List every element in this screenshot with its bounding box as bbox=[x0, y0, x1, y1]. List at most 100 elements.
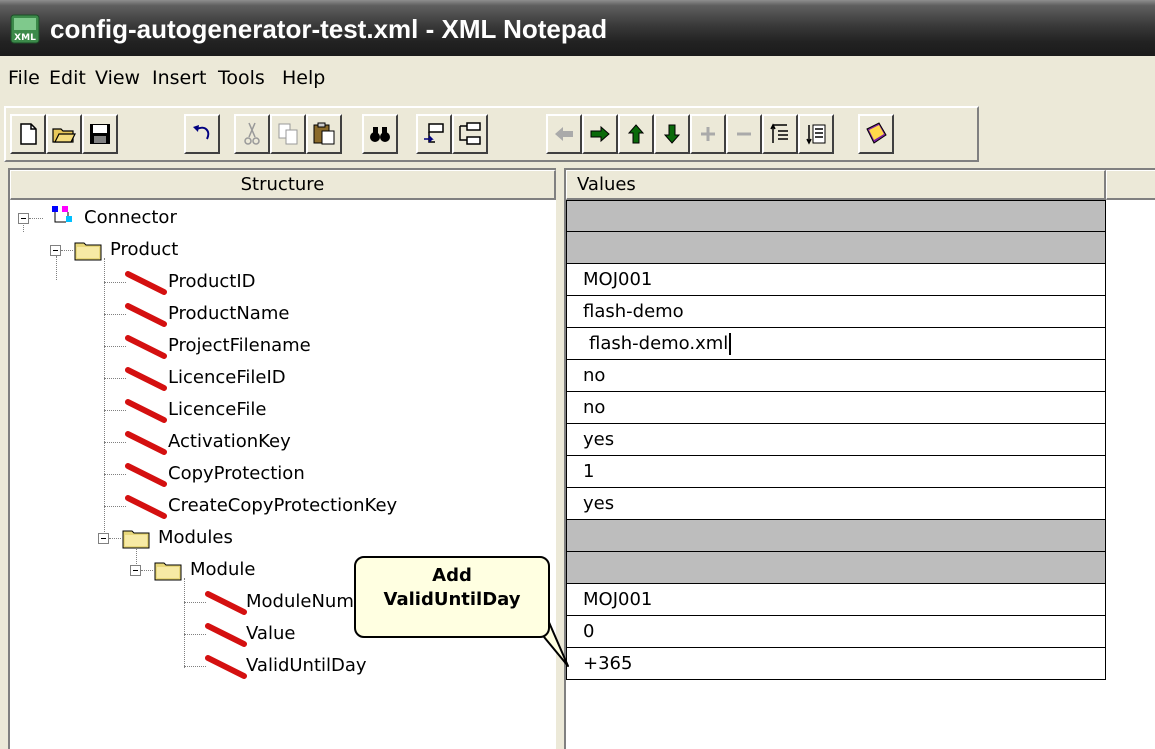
undo-button[interactable] bbox=[184, 114, 220, 154]
arrow-left-icon bbox=[555, 127, 573, 141]
tree-node-label: ProductID bbox=[168, 271, 256, 292]
attribute-icon bbox=[125, 335, 167, 359]
tree-node-licencefileid[interactable]: LicenceFileID bbox=[10, 362, 550, 394]
open-file-button[interactable] bbox=[46, 114, 82, 154]
structure-column-header[interactable]: Structure bbox=[10, 170, 556, 200]
value-edit-text[interactable]: flash-demo.xml bbox=[589, 333, 728, 354]
menu-edit[interactable]: Edit bbox=[49, 67, 86, 89]
tree-node-connector[interactable]: Connector bbox=[10, 202, 550, 234]
tree-node-createcopyprotectionkey[interactable]: CreateCopyProtectionKey bbox=[10, 490, 550, 522]
collapse-toggle[interactable] bbox=[98, 533, 109, 544]
structure-pane[interactable]: Structure Connector Product ProductID Pr… bbox=[8, 168, 556, 749]
value-cell-value[interactable]: 0 bbox=[566, 616, 1106, 648]
tree-line bbox=[104, 506, 126, 507]
menu-tools[interactable]: Tools bbox=[218, 67, 265, 89]
copy-button[interactable] bbox=[270, 114, 306, 154]
annotation-callout: Add ValidUntilDay bbox=[354, 556, 550, 638]
tree-node-validuntilday[interactable]: ValidUntilDay bbox=[10, 650, 550, 682]
insert-child-button[interactable] bbox=[452, 114, 488, 154]
folder-icon bbox=[122, 530, 150, 549]
attribute-icon bbox=[125, 495, 167, 519]
insert-node-icon bbox=[424, 123, 444, 143]
value-cell-product[interactable] bbox=[566, 232, 1106, 264]
cut-button[interactable] bbox=[234, 114, 270, 154]
tree-line bbox=[104, 442, 126, 443]
tree-node-product[interactable]: Product bbox=[10, 234, 550, 266]
menu-bar: File Edit View Insert Tools Help bbox=[0, 62, 1155, 98]
attribute-icon bbox=[205, 623, 247, 647]
tree-line bbox=[104, 346, 126, 347]
tree-line bbox=[104, 314, 126, 315]
tree-node-activationkey[interactable]: ActivationKey bbox=[10, 426, 550, 458]
folder-icon bbox=[74, 242, 102, 261]
paste-icon bbox=[313, 122, 335, 145]
value-cell-activationkey[interactable]: yes bbox=[566, 424, 1106, 456]
indent-up-button[interactable] bbox=[762, 114, 798, 154]
tree-node-licencefile[interactable]: LicenceFile bbox=[10, 394, 550, 426]
value-cell-createcopyprotectionkey[interactable]: yes bbox=[566, 488, 1106, 520]
callout-line-2: ValidUntilDay bbox=[383, 589, 521, 610]
nudge-left-button[interactable] bbox=[546, 114, 582, 154]
tree-line bbox=[184, 666, 206, 667]
find-button[interactable] bbox=[362, 114, 398, 154]
tree-node-label: LicenceFileID bbox=[168, 367, 286, 388]
tree-node-label: CreateCopyProtectionKey bbox=[168, 495, 398, 516]
tree-node-label: Module bbox=[190, 559, 256, 580]
tree-node-label: ProjectFilename bbox=[168, 335, 311, 356]
value-cell-module[interactable] bbox=[566, 552, 1106, 584]
tree-line bbox=[109, 538, 121, 539]
save-button[interactable] bbox=[82, 114, 118, 154]
tree-node-projectfilename[interactable]: ProjectFilename bbox=[10, 330, 550, 362]
menu-view[interactable]: View bbox=[95, 67, 140, 89]
menu-help[interactable]: Help bbox=[282, 67, 325, 89]
value-cell-validuntilday[interactable]: +365 bbox=[566, 648, 1106, 680]
tree-node-label: CopyProtection bbox=[168, 463, 305, 484]
nudge-down-button[interactable] bbox=[654, 114, 690, 154]
value-cell-modules[interactable] bbox=[566, 520, 1106, 552]
tree-node-copyprotection[interactable]: CopyProtection bbox=[10, 458, 550, 490]
attribute-icon bbox=[125, 431, 167, 455]
tree-node-productid[interactable]: ProductID bbox=[10, 266, 550, 298]
value-cell-modulenum[interactable]: MOJ001 bbox=[566, 584, 1106, 616]
insert-before-button[interactable] bbox=[416, 114, 452, 154]
menu-insert[interactable]: Insert bbox=[152, 67, 207, 89]
value-cell-productname[interactable]: flash-demo bbox=[566, 296, 1106, 328]
binoculars-icon bbox=[370, 127, 390, 142]
plus-icon bbox=[701, 127, 715, 141]
indent-all-button[interactable] bbox=[798, 114, 834, 154]
value-cell-licencefileid[interactable]: no bbox=[566, 360, 1106, 392]
collapse-button[interactable] bbox=[726, 114, 762, 154]
menu-file[interactable]: File bbox=[8, 67, 40, 89]
new-file-button[interactable] bbox=[10, 114, 46, 154]
value-cell-connector[interactable] bbox=[566, 200, 1106, 232]
values-column-header[interactable]: Values bbox=[566, 170, 1106, 200]
attribute-icon bbox=[205, 655, 247, 679]
collapse-toggle[interactable] bbox=[130, 565, 141, 576]
tree-node-modules[interactable]: Modules bbox=[10, 522, 550, 554]
attribute-icon bbox=[125, 271, 167, 295]
collapse-toggle[interactable] bbox=[50, 245, 61, 256]
paste-button[interactable] bbox=[306, 114, 342, 154]
tree-line bbox=[104, 474, 126, 475]
window-title: config-autogenerator-test.xml - XML Note… bbox=[50, 14, 608, 44]
values-pane[interactable]: Values MOJ001 flash-demo flash-demo.xml … bbox=[564, 168, 1155, 749]
nudge-right-button[interactable] bbox=[582, 114, 618, 154]
value-cell-projectfilename[interactable]: flash-demo.xml bbox=[566, 328, 1106, 360]
tree-node-label: ActivationKey bbox=[168, 431, 291, 452]
collapse-toggle[interactable] bbox=[18, 213, 29, 224]
value-cell-copyprotection[interactable]: 1 bbox=[566, 456, 1106, 488]
tree-line bbox=[184, 602, 206, 603]
outdent-icon bbox=[770, 123, 788, 143]
expand-button[interactable] bbox=[690, 114, 726, 154]
tree-node-label: Product bbox=[110, 239, 179, 260]
header-filler bbox=[1106, 170, 1155, 200]
title-bar[interactable]: XML config-autogenerator-test.xml - XML … bbox=[0, 0, 1155, 56]
value-cell-productid[interactable]: MOJ001 bbox=[566, 264, 1106, 296]
tree-node-label: LicenceFile bbox=[168, 399, 267, 420]
value-cell-licencefile[interactable]: no bbox=[566, 392, 1106, 424]
callout-line-1: Add bbox=[432, 565, 472, 586]
help-button[interactable] bbox=[858, 114, 894, 154]
tree-node-productname[interactable]: ProductName bbox=[10, 298, 550, 330]
nudge-up-button[interactable] bbox=[618, 114, 654, 154]
copy-icon bbox=[278, 123, 298, 145]
